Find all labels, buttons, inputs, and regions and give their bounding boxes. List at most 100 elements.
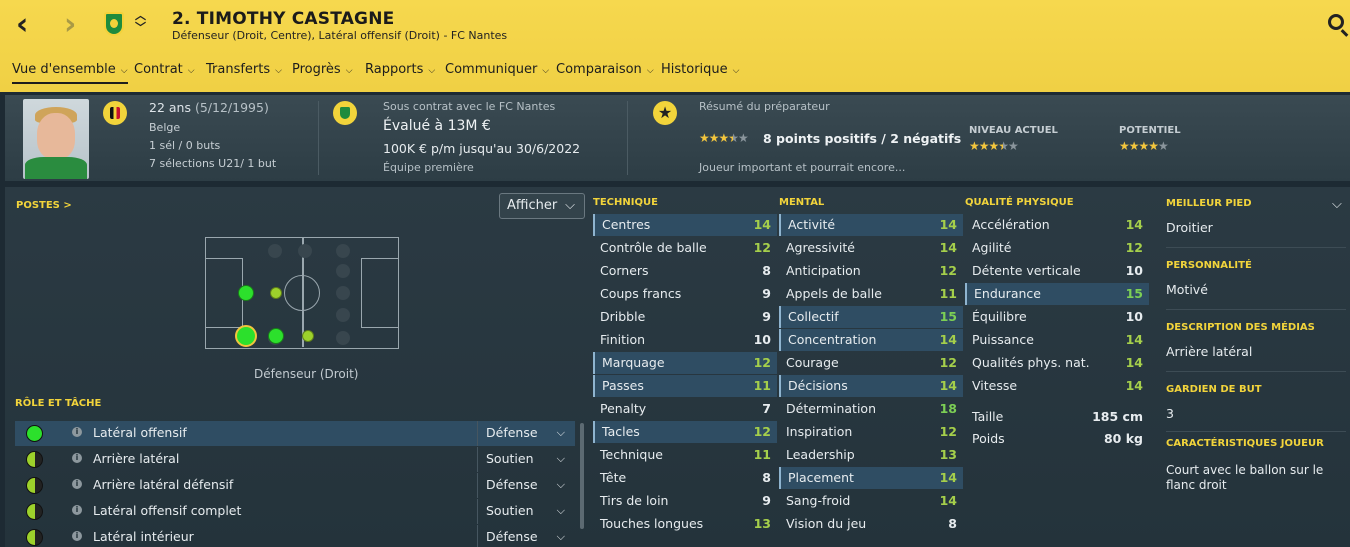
attribute-row-tirs-de-loin[interactable]: Tirs de loin 9 (593, 490, 777, 512)
tab-rapports[interactable]: Rapports ⌵ (365, 60, 435, 84)
attribute-row-dribble[interactable]: Dribble 9 (593, 306, 777, 328)
attribute-row-appels-de-balle[interactable]: Appels de balle 11 (779, 283, 963, 305)
attribute-row-controle-de-balle[interactable]: Contrôle de balle 12 (593, 237, 777, 259)
role-row-arriere-lateral-defensif[interactable]: i Arrière latéral défensif Défense ⌵ (15, 473, 575, 498)
info-icon[interactable]: i (72, 505, 82, 515)
role-task-dropdown[interactable]: Soutien ⌵ (477, 447, 575, 472)
attribute-row-touches-longues[interactable]: Touches longues 13 (593, 513, 777, 535)
role-task-label: Défense (486, 477, 538, 492)
position-dot[interactable] (238, 285, 254, 301)
attribute-name: Activité (788, 217, 836, 232)
tab-transferts[interactable]: Transferts ⌵ (206, 60, 282, 84)
role-task-dropdown[interactable]: Défense ⌵ (477, 525, 575, 547)
attribute-name: Concentration (788, 332, 877, 347)
attribute-row-activite[interactable]: Activité 14 (779, 214, 963, 236)
tab-comparaison[interactable]: Comparaison ⌵ (556, 60, 654, 84)
attribute-row-technique[interactable]: Technique 11 (593, 444, 777, 466)
search-icon[interactable] (1328, 14, 1344, 30)
coach-text[interactable]: Joueur important et pourrait encore... (699, 161, 905, 174)
attribute-row-passes[interactable]: Passes 11 (593, 375, 777, 397)
goalkeeper-value: 3 (1166, 406, 1174, 421)
role-task-dropdown[interactable]: Soutien ⌵ (477, 499, 575, 524)
role-task-label: Soutien (486, 503, 534, 518)
best-foot-title: MEILLEUR PIED (1166, 198, 1252, 209)
attribute-row-agressivite[interactable]: Agressivité 14 (779, 237, 963, 259)
attribute-row-leadership[interactable]: Leadership 13 (779, 444, 963, 466)
role-row-lateral-offensif[interactable]: i Latéral offensif Défense ⌵ (15, 421, 575, 446)
potential-label: POTENTIEL (1119, 125, 1181, 136)
tab-contrat[interactable]: Contrat ⌵ (134, 60, 195, 84)
attribute-row-decisions[interactable]: Décisions 14 (779, 375, 963, 397)
attribute-name: Qualités phys. nat. (972, 355, 1090, 370)
role-task-dropdown[interactable]: Défense ⌵ (477, 421, 575, 446)
attribute-row-puissance[interactable]: Puissance 14 (965, 329, 1149, 351)
attribute-row-collectif[interactable]: Collectif 15 (779, 306, 963, 328)
attribute-value: 12 (939, 424, 957, 439)
tab-historique[interactable]: Historique ⌵ (661, 60, 740, 84)
attribute-row-tacles[interactable]: Tacles 12 (593, 421, 777, 443)
attribute-row-equilibre[interactable]: Équilibre 10 (965, 306, 1149, 328)
attribute-value: 11 (753, 447, 771, 462)
attribute-value: 14 (939, 493, 957, 508)
position-dot[interactable] (270, 287, 282, 299)
role-row-lateral-interieur[interactable]: i Latéral intérieur Défense ⌵ (15, 525, 575, 547)
attribute-row-corners[interactable]: Corners 8 (593, 260, 777, 282)
attribute-value: 12 (939, 355, 957, 370)
attribute-value: 7 (762, 401, 771, 416)
position-dot[interactable] (302, 330, 314, 342)
attribute-row-anticipation[interactable]: Anticipation 12 (779, 260, 963, 282)
role-row-lateral-offensif-complet[interactable]: i Latéral offensif complet Soutien ⌵ (15, 499, 575, 524)
attribute-row-centres[interactable]: Centres 14 (593, 214, 777, 236)
position-dot-selected[interactable] (235, 325, 257, 347)
weight-label: Poids (972, 431, 1005, 446)
attribute-value: 13 (939, 447, 957, 462)
roles-scrollbar[interactable] (580, 423, 584, 529)
info-icon[interactable]: i (72, 531, 82, 541)
attribute-row-determination[interactable]: Détermination 18 (779, 398, 963, 420)
attribute-row-agilite[interactable]: Agilité 12 (965, 237, 1149, 259)
page-subtitle: Défenseur (Droit, Centre), Latéral offen… (172, 29, 508, 42)
role-row-arriere-lateral[interactable]: i Arrière latéral Soutien ⌵ (15, 447, 575, 472)
tab-communiquer[interactable]: Communiquer ⌵ (445, 60, 549, 84)
back-arrow-icon[interactable]: ‹ (16, 10, 28, 40)
attribute-row-qualites-phys-nat[interactable]: Qualités phys. nat. 14 (965, 352, 1149, 374)
attribute-value: 15 (939, 309, 957, 324)
attribute-row-placement[interactable]: Placement 14 (779, 467, 963, 489)
chevron-down-icon: ⌵ (565, 198, 575, 213)
attribute-name: Équilibre (972, 309, 1027, 324)
attribute-row-sang-froid[interactable]: Sang-froid 14 (779, 490, 963, 512)
attribute-row-acceleration[interactable]: Accélération 14 (965, 214, 1149, 236)
attribute-value: 14 (939, 470, 957, 485)
physical-title: QUALITÉ PHYSIQUE (965, 197, 1074, 208)
attribute-name: Détente verticale (972, 263, 1081, 278)
positions-title[interactable]: POSTES > (16, 200, 72, 211)
attribute-row-penalty[interactable]: Penalty 7 (593, 398, 777, 420)
info-icon[interactable]: i (72, 427, 82, 437)
attribute-row-concentration[interactable]: Concentration 14 (779, 329, 963, 351)
attribute-row-marquage[interactable]: Marquage 12 (593, 352, 777, 374)
chevron-down-icon[interactable]: ⌵ (1332, 197, 1342, 212)
attribute-name: Détermination (786, 401, 877, 416)
attribute-row-finition[interactable]: Finition 10 (593, 329, 777, 351)
attribute-row-detente-verticale[interactable]: Détente verticale 10 (965, 260, 1149, 282)
attribute-row-courage[interactable]: Courage 12 (779, 352, 963, 374)
role-task-dropdown[interactable]: Défense ⌵ (477, 473, 575, 498)
position-dot[interactable] (268, 328, 284, 344)
attribute-row-vitesse[interactable]: Vitesse 14 (965, 375, 1149, 397)
forward-arrow-icon[interactable]: › (64, 10, 76, 40)
player-nationality: Belge (149, 121, 181, 134)
attribute-row-vision-du-jeu[interactable]: Vision du jeu 8 (779, 513, 963, 535)
player-switch-icon[interactable]: ︿ ﹀ (135, 10, 146, 34)
afficher-dropdown[interactable]: Afficher ⌵ (499, 193, 585, 219)
attribute-row-tete[interactable]: Tête 8 (593, 467, 777, 489)
attribute-name: Tête (600, 470, 627, 485)
attribute-row-endurance[interactable]: Endurance 15 (965, 283, 1149, 305)
attribute-row-coups-francs[interactable]: Coups francs 9 (593, 283, 777, 305)
tab-progres[interactable]: Progrès ⌵ (292, 60, 353, 84)
tab-vue-d-ensemble[interactable]: Vue d'ensemble ⌵ (12, 60, 128, 84)
info-icon[interactable]: i (72, 453, 82, 463)
chevron-down-icon: ⌵ (732, 66, 740, 76)
info-icon[interactable]: i (72, 479, 82, 489)
club-crest-icon (104, 12, 124, 36)
attribute-row-inspiration[interactable]: Inspiration 12 (779, 421, 963, 443)
